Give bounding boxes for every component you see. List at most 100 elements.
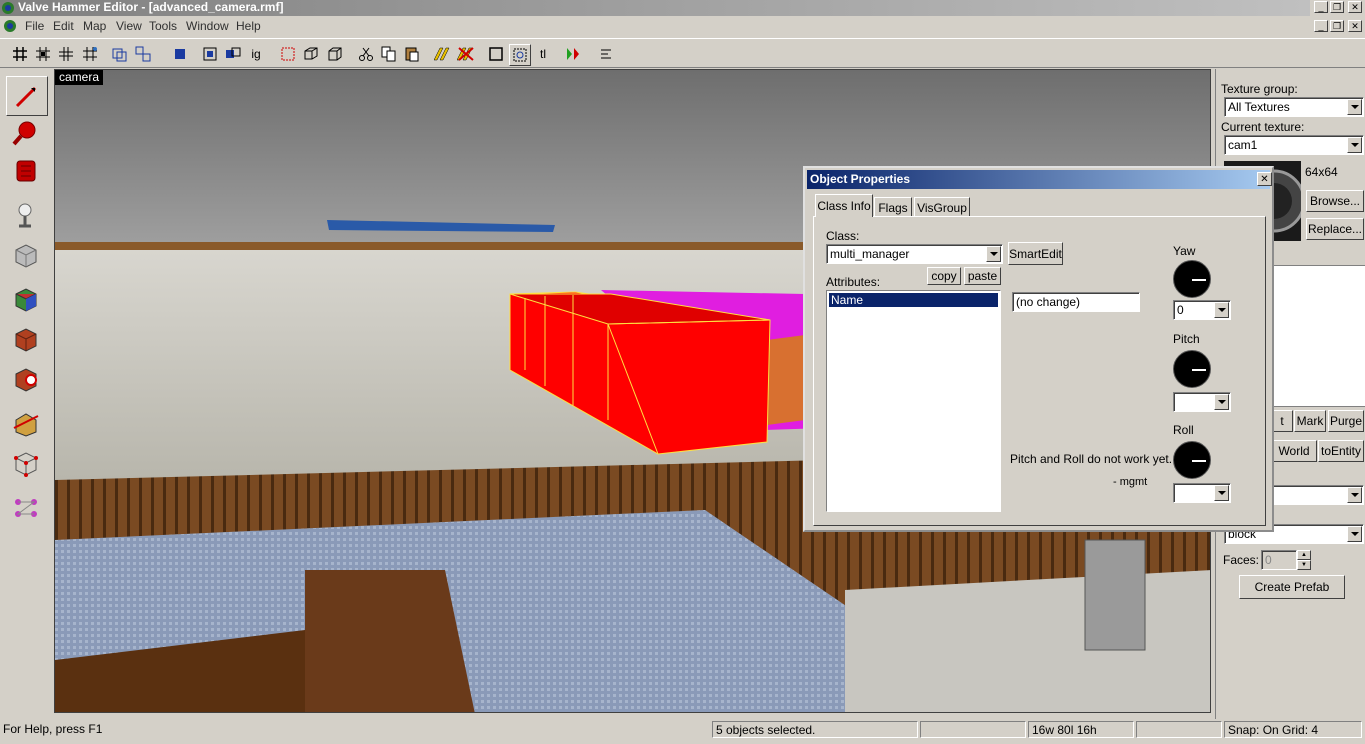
menu-file[interactable]: File bbox=[25, 19, 44, 33]
status-snap: Snap: On Grid: 4 bbox=[1224, 721, 1362, 738]
run-map-icon[interactable] bbox=[563, 44, 583, 64]
magnify-tool-icon[interactable] bbox=[6, 114, 46, 152]
value-field[interactable]: (no change) bbox=[1012, 292, 1140, 312]
pitch-label: Pitch bbox=[1173, 332, 1200, 346]
menu-map[interactable]: Map bbox=[83, 19, 106, 33]
paste-button[interactable]: paste bbox=[964, 267, 1001, 285]
toolbar-tl-button[interactable]: tl bbox=[533, 44, 553, 64]
texture-size: 64x64 bbox=[1305, 165, 1338, 179]
object-properties-dialog: Object Properties ✕ Class Info Flags Vis… bbox=[803, 166, 1274, 532]
yaw-select[interactable]: 0 bbox=[1173, 300, 1231, 320]
apply-texture-icon[interactable] bbox=[6, 320, 46, 358]
roll-select[interactable] bbox=[1173, 483, 1231, 503]
texture-application-icon[interactable] bbox=[6, 280, 46, 318]
faces-up-icon[interactable]: ▲ bbox=[1297, 550, 1311, 560]
dialog-close-icon[interactable]: ✕ bbox=[1257, 172, 1272, 186]
partial-button[interactable]: t bbox=[1271, 410, 1293, 432]
ungroup-icon[interactable] bbox=[133, 44, 153, 64]
browse-button[interactable]: Browse... bbox=[1306, 190, 1364, 212]
copy-button[interactable]: copy bbox=[927, 267, 961, 285]
smartedit-button[interactable]: SmartEdit bbox=[1008, 242, 1063, 265]
chevron-down-icon[interactable] bbox=[1347, 526, 1362, 542]
yaw-label: Yaw bbox=[1173, 244, 1196, 258]
restore-button[interactable]: ❐ bbox=[1330, 1, 1344, 13]
group-icon[interactable] bbox=[110, 44, 130, 64]
tab-class-info[interactable]: Class Info bbox=[815, 194, 873, 217]
tab-visgroup[interactable]: VisGroup bbox=[914, 197, 970, 217]
pitch-dial[interactable] bbox=[1173, 350, 1211, 388]
grid-larger-icon[interactable] bbox=[80, 44, 100, 64]
note-line-1: Pitch and Roll do not work yet. -> bbox=[1010, 452, 1187, 466]
minimize-button[interactable]: _ bbox=[1314, 1, 1328, 13]
copy-icon[interactable] bbox=[379, 44, 399, 64]
create-prefab-button[interactable]: Create Prefab bbox=[1239, 575, 1345, 599]
menu-help[interactable]: Help bbox=[236, 19, 261, 33]
toggle-texture-red-icon[interactable] bbox=[456, 44, 476, 64]
clipping-tool-icon[interactable] bbox=[6, 404, 46, 442]
carve-icon[interactable] bbox=[200, 44, 220, 64]
doc-minimize-button[interactable]: _ bbox=[1314, 20, 1328, 32]
menu-edit[interactable]: Edit bbox=[53, 19, 74, 33]
purge-button[interactable]: Purge bbox=[1328, 410, 1364, 432]
viewport-label[interactable]: camera bbox=[55, 70, 104, 85]
select-box-icon[interactable] bbox=[486, 44, 506, 64]
texture-group-label: Texture group: bbox=[1221, 82, 1298, 96]
entity-tool-icon[interactable] bbox=[6, 196, 46, 234]
mark-button[interactable]: Mark bbox=[1294, 410, 1326, 432]
doc-close-button[interactable]: ✕ bbox=[1348, 20, 1362, 32]
chevron-down-icon[interactable] bbox=[1214, 485, 1229, 501]
path-tool-icon[interactable] bbox=[6, 488, 46, 526]
replace-button[interactable]: Replace... bbox=[1306, 218, 1364, 240]
chevron-down-icon[interactable] bbox=[1347, 99, 1362, 115]
chevron-down-icon[interactable] bbox=[1214, 302, 1229, 318]
note-line-2: - mgmt bbox=[1113, 476, 1148, 488]
cut-icon[interactable] bbox=[356, 44, 376, 64]
block-tool-icon[interactable] bbox=[6, 236, 46, 274]
chevron-down-icon[interactable] bbox=[1347, 487, 1362, 503]
decal-tool-icon[interactable] bbox=[6, 360, 46, 398]
status-help: For Help, press F1 bbox=[3, 722, 103, 736]
yaw-dial[interactable] bbox=[1173, 260, 1211, 298]
current-texture-select[interactable]: cam1 bbox=[1224, 135, 1364, 155]
faces-down-icon[interactable]: ▼ bbox=[1297, 560, 1311, 570]
texture-lock-icon[interactable] bbox=[278, 44, 298, 64]
close-button[interactable]: ✕ bbox=[1348, 1, 1362, 13]
toworld-button[interactable]: World bbox=[1271, 440, 1317, 462]
yaw-value: 0 bbox=[1177, 303, 1184, 317]
menu-tools[interactable]: Tools bbox=[149, 19, 177, 33]
cube-icon[interactable] bbox=[325, 44, 345, 64]
vertex-tool-icon[interactable] bbox=[6, 444, 46, 482]
toolbar-ig-button[interactable]: ig bbox=[246, 44, 266, 64]
status-zoom bbox=[1136, 721, 1222, 738]
cube-wire-icon[interactable] bbox=[301, 44, 321, 64]
attributes-list[interactable]: Name bbox=[826, 290, 1001, 512]
chevron-down-icon[interactable] bbox=[986, 246, 1001, 262]
entity-report-icon[interactable] bbox=[596, 44, 616, 64]
selection-tool-icon[interactable] bbox=[6, 76, 48, 116]
toggle-texture-icon[interactable] bbox=[433, 44, 453, 64]
dialog-title[interactable]: Object Properties bbox=[807, 170, 1270, 189]
texture-group-select[interactable]: All Textures bbox=[1224, 97, 1364, 117]
grid-toggle-icon[interactable] bbox=[10, 44, 30, 64]
camera-tool-icon[interactable] bbox=[6, 152, 46, 190]
toentity-button[interactable]: toEntity bbox=[1318, 440, 1364, 462]
hide-objects-icon[interactable] bbox=[170, 44, 190, 64]
grid-smaller-icon[interactable] bbox=[56, 44, 76, 64]
hollow-icon[interactable] bbox=[223, 44, 243, 64]
chevron-down-icon[interactable] bbox=[1347, 137, 1362, 153]
document-icon[interactable] bbox=[3, 19, 17, 33]
tab-flags[interactable]: Flags bbox=[874, 197, 912, 217]
paste-icon[interactable] bbox=[402, 44, 422, 64]
pitch-select[interactable] bbox=[1173, 392, 1231, 412]
doc-restore-button[interactable]: ❐ bbox=[1330, 20, 1344, 32]
faces-input[interactable]: 0 bbox=[1261, 550, 1297, 570]
class-select[interactable]: multi_manager bbox=[826, 244, 1003, 264]
menu-view[interactable]: View bbox=[116, 19, 142, 33]
chevron-down-icon[interactable] bbox=[1214, 394, 1229, 410]
status-bar: For Help, press F1 5 objects selected. 1… bbox=[0, 719, 1365, 744]
select-zoom-icon[interactable] bbox=[509, 44, 531, 66]
class-value: multi_manager bbox=[830, 247, 910, 261]
grid-3d-icon[interactable] bbox=[33, 44, 53, 64]
list-item[interactable]: Name bbox=[829, 293, 998, 307]
menu-window[interactable]: Window bbox=[186, 19, 229, 33]
